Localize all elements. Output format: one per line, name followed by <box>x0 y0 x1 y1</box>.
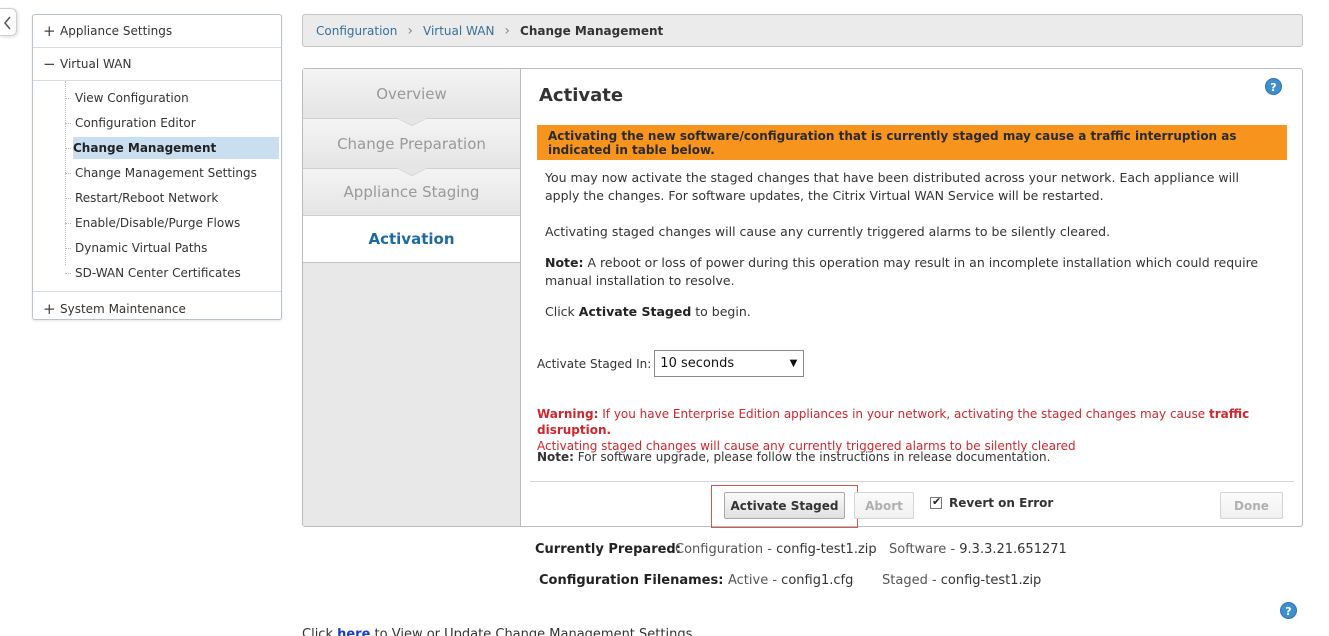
currently-prepared-row: Currently Prepared: <box>535 542 681 557</box>
bottom-post: to View or Update Change Management Sett… <box>370 627 693 636</box>
software-prefix: Software - <box>889 542 960 557</box>
change-management-panel: Overview Change Preparation Appliance St… <box>302 68 1303 528</box>
nav-item-change-management-settings[interactable]: Change Management Settings <box>33 162 281 187</box>
activate-staged-in-select[interactable]: 10 seconds ▼ <box>654 350 805 377</box>
done-button[interactable]: Done <box>1220 492 1283 519</box>
note-text: A reboot or loss of power during this op… <box>545 255 1259 288</box>
expand-icon: + <box>43 299 56 318</box>
configuration-filenames-row: Configuration Filenames: <box>539 573 723 588</box>
nav-item-sdwan-center-certificates[interactable]: SD-WAN Center Certificates <box>33 262 281 287</box>
breadcrumb-current: Change Management <box>520 23 664 38</box>
alarms-paragraph: Activating staged changes will cause any… <box>545 224 1111 239</box>
wizard-steps: Overview Change Preparation Appliance St… <box>303 69 521 526</box>
divider <box>530 481 1294 482</box>
warning-banner-text: Activating the new software/configuratio… <box>548 128 1237 157</box>
software-version: 9.3.3.21.651271 <box>959 542 1067 557</box>
intro-paragraph: You may now activate the staged changes … <box>545 170 1240 203</box>
note-label: Note: <box>545 255 584 270</box>
help-icon[interactable]: ? <box>1280 602 1297 619</box>
step-appliance-staging-label: Appliance Staging <box>343 183 480 201</box>
breadcrumb: Configuration › Virtual WAN › Change Man… <box>302 14 1303 47</box>
nav-appliance-settings-label: Appliance Settings <box>60 24 173 38</box>
currently-prepared-label: Currently Prepared: <box>535 542 681 557</box>
collapse-icon: − <box>43 55 56 73</box>
activate-staged-button[interactable]: Activate Staged <box>724 492 845 519</box>
configuration-filenames-label: Configuration Filenames: <box>539 573 724 588</box>
activate-content: Activate ? Activating the new software/c… <box>522 69 1302 528</box>
config-file: config-test1.zip <box>776 542 877 557</box>
click-pre: Click <box>545 304 579 319</box>
activate-staged-in-row: Activate Staged In: 10 seconds ▼ <box>537 350 805 377</box>
nav-virtual-wan-children: View Configuration Configuration Editor … <box>33 81 281 292</box>
nav-item-configuration-editor[interactable]: Configuration Editor <box>33 112 281 137</box>
step-change-preparation[interactable]: Change Preparation <box>303 119 520 176</box>
active-file: config1.cfg <box>781 573 854 588</box>
upgrade-note-text: For software upgrade, please follow the … <box>573 450 1051 464</box>
revert-on-error-label: Revert on Error <box>949 496 1054 510</box>
collapse-sidebar-button[interactable] <box>0 8 17 36</box>
here-link[interactable]: here <box>337 627 370 636</box>
prepared-software: Software - 9.3.3.21.651271 <box>889 542 1067 557</box>
click-post: to begin. <box>691 304 751 319</box>
page-title: Activate <box>539 85 624 106</box>
active-prefix: Active - <box>728 573 782 588</box>
nav-virtual-wan-label: Virtual WAN <box>60 57 132 71</box>
dropdown-arrow-icon: ▼ <box>789 358 798 369</box>
nav-tree: + Appliance Settings − Virtual WAN View … <box>32 14 282 320</box>
breadcrumb-separator-icon: › <box>504 22 511 39</box>
step-overview[interactable]: Overview <box>303 69 520 126</box>
active-filename: Active - config1.cfg <box>728 573 853 588</box>
help-icon[interactable]: ? <box>1265 78 1282 95</box>
nav-item-change-management[interactable]: Change Management <box>33 137 281 162</box>
expand-icon: + <box>43 22 56 40</box>
checkbox-checked-icon[interactable] <box>930 495 942 509</box>
note-paragraph: Note: A reboot or loss of power during t… <box>545 254 1265 290</box>
bottom-pre: Click <box>302 627 338 636</box>
nav-system-maintenance[interactable]: + System Maintenance <box>33 292 281 325</box>
step-overview-label: Overview <box>376 84 447 103</box>
breadcrumb-virtual-wan[interactable]: Virtual WAN <box>423 24 494 38</box>
nav-appliance-settings[interactable]: + Appliance Settings <box>33 15 281 48</box>
click-instruction: Click Activate Staged to begin. <box>545 303 1265 321</box>
click-bold: Activate Staged <box>578 304 692 319</box>
staged-prefix: Staged - <box>882 573 941 588</box>
warning-label: Warning: <box>537 407 599 421</box>
config-prefix: Configuration - <box>675 542 777 557</box>
warning-banner: Activating the new software/configuratio… <box>537 125 1287 160</box>
upgrade-note: Note: For software upgrade, please follo… <box>537 450 1050 464</box>
nav-item-restart-reboot-network[interactable]: Restart/Reboot Network <box>33 187 281 212</box>
breadcrumb-separator-icon: › <box>407 22 413 39</box>
upgrade-note-label: Note: <box>537 450 574 464</box>
breadcrumb-configuration[interactable]: Configuration <box>316 24 397 38</box>
warning-message: Warning: If you have Enterprise Edition … <box>537 406 1277 454</box>
nav-virtual-wan[interactable]: − Virtual WAN <box>33 48 281 81</box>
step-change-preparation-label: Change Preparation <box>337 134 486 153</box>
prepared-configuration: Configuration - config-test1.zip <box>675 542 877 557</box>
settings-link-text: Click here to View or Update Change Mana… <box>302 627 692 636</box>
chevron-left-icon <box>4 16 11 30</box>
staged-file: config-test1.zip <box>940 573 1042 588</box>
nav-item-view-configuration[interactable]: View Configuration <box>33 87 281 112</box>
activate-staged-in-value: 10 seconds <box>660 356 735 371</box>
activate-staged-in-label: Activate Staged In: <box>537 356 652 371</box>
revert-on-error-checkbox[interactable]: Revert on Error <box>930 495 1054 510</box>
nav-item-dynamic-virtual-paths[interactable]: Dynamic Virtual Paths <box>33 237 281 262</box>
nav-item-enable-disable-purge-flows[interactable]: Enable/Disable/Purge Flows <box>33 212 281 237</box>
step-activation-label: Activation <box>368 230 455 248</box>
warning-text: If you have Enterprise Edition appliance… <box>598 407 1209 421</box>
abort-button[interactable]: Abort <box>854 492 914 519</box>
step-activation[interactable]: Activation <box>303 216 520 263</box>
step-appliance-staging[interactable]: Appliance Staging <box>303 169 520 216</box>
staged-filename: Staged - config-test1.zip <box>882 573 1041 588</box>
nav-system-maintenance-label: System Maintenance <box>60 301 186 316</box>
